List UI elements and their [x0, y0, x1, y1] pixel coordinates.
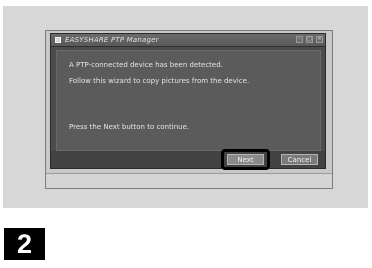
- step-number-badge: 2: [4, 228, 45, 260]
- ptp-manager-dialog: EASYSHARE PTP Manager – □ × A PTP-connec…: [50, 33, 326, 170]
- cancel-button[interactable]: Cancel: [281, 154, 318, 165]
- continue-instruction: Press the Next button to continue.: [69, 123, 190, 131]
- app-icon: [55, 37, 61, 43]
- wizard-instruction: Follow this wizard to copy pictures from…: [69, 77, 250, 85]
- next-button[interactable]: Next: [227, 154, 264, 165]
- dialog-titlebar: EASYSHARE PTP Manager – □ ×: [51, 34, 325, 47]
- dialog-content: A PTP-connected device has been detected…: [56, 50, 321, 151]
- manual-page: EASYSHARE PTP Manager – □ × A PTP-connec…: [0, 0, 372, 268]
- dialog-title: EASYSHARE PTP Manager: [65, 36, 159, 44]
- close-button[interactable]: ×: [316, 36, 323, 43]
- detected-message: A PTP-connected device has been detected…: [69, 61, 223, 69]
- minimize-button[interactable]: –: [296, 36, 303, 43]
- maximize-button[interactable]: □: [306, 36, 313, 43]
- taskbar-strip: [46, 173, 332, 188]
